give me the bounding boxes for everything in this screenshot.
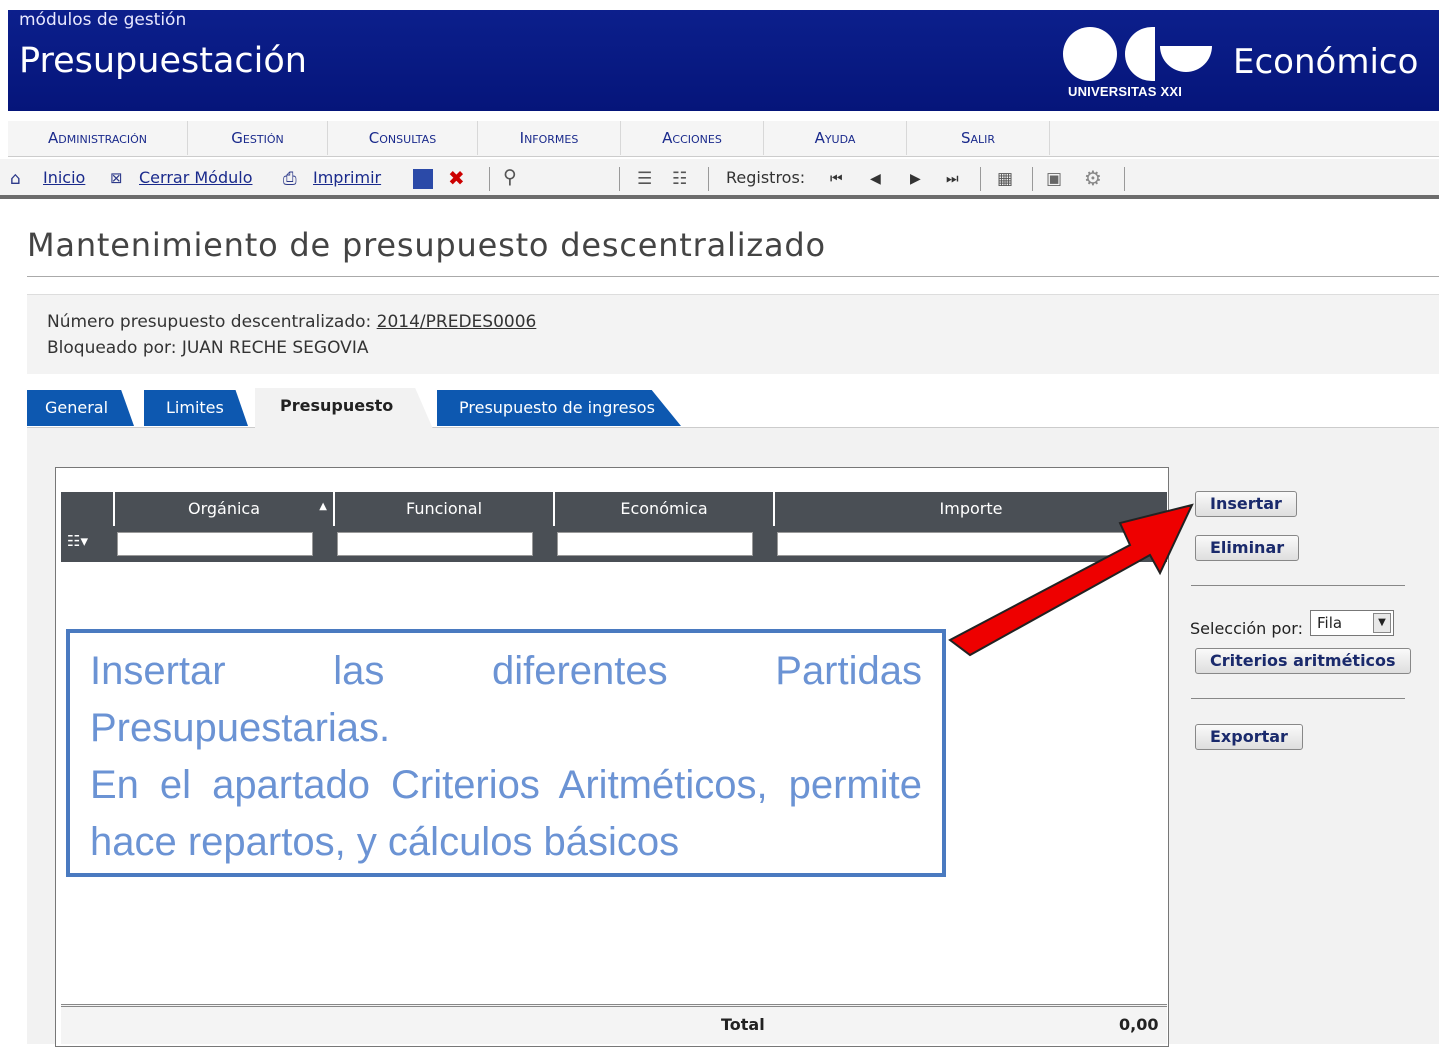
record-edit-icon[interactable]: ☷ [672,169,687,189]
toolbar-separator [980,167,981,191]
column-organica[interactable]: Orgánica ▲ [115,492,335,526]
numero-label: Número presupuesto descentralizado: [47,312,372,332]
grid-icon[interactable]: ▦ [997,169,1013,189]
delete-save-icon[interactable]: ✖ [448,166,465,190]
annotation-callout: Insertar las diferentes Partidas Presupu… [66,629,946,877]
last-icon[interactable]: ⏭ [946,171,959,187]
total-label: Total [721,1015,765,1034]
toolbar-separator [489,167,490,191]
callout-line-1: Insertar las diferentes Partidas Presupu… [90,649,922,750]
record-add-icon[interactable]: ☰ [637,169,652,189]
column-economica[interactable]: Económica [555,492,775,526]
callout-line-2: En el apartado Criterios Aritméticos, pe… [90,763,922,864]
first-icon[interactable]: ⏮ [830,171,843,187]
column-organica-label: Orgánica [187,499,261,518]
logo-subtitle: UNIVERSITAS XXI [1068,84,1183,99]
side-divider [1191,698,1405,699]
menu-gestion[interactable]: Gestión [188,121,328,155]
registros-label: Registros: [726,168,806,187]
total-value: 0,00 [1119,1015,1159,1034]
menu-ayuda[interactable]: Ayuda [764,121,907,155]
cerrar-modulo-link[interactable]: Cerrar Módulo [139,168,252,187]
menu-informes[interactable]: Informes [478,121,621,155]
folder-icon[interactable]: ▣ [1046,169,1062,189]
tab-limites[interactable]: Limites [144,390,248,426]
column-menu-cell [61,492,115,526]
imprimir-link[interactable]: Imprimir [313,168,381,187]
seleccion-select[interactable]: Fila ▼ [1310,610,1394,636]
filter-organica-input[interactable] [117,532,313,556]
column-funcional[interactable]: Funcional [335,492,555,526]
app-header: módulos de gestión Presupuestación UNIVE… [8,10,1439,111]
title-divider [27,276,1439,277]
toolbar: ⌂ Inicio ⊠ Cerrar Módulo ⎙ Imprimir ✖ ⚲ … [0,159,1439,199]
logo-product-name: Económico [1233,42,1419,82]
toolbar-separator [619,167,620,191]
universitas-logo: UNIVERSITAS XXI Económico [1060,24,1430,104]
module-label: módulos de gestión [19,10,187,30]
close-box-icon[interactable]: ⊠ [110,169,123,187]
page-title: Mantenimiento de presupuesto descentrali… [27,226,826,264]
grid-footer: Total 0,00 [61,1004,1167,1044]
toolbar-separator [1124,167,1125,191]
numero-line: Número presupuesto descentralizado: 2014… [47,312,536,332]
search-icon[interactable]: ⚲ [503,166,517,188]
toolbar-separator [708,167,709,191]
menu-salir[interactable]: Salir [907,121,1050,155]
list-menu-icon[interactable]: ☷▾ [67,532,88,550]
menu-consultas[interactable]: Consultas [328,121,478,155]
logo-half-shape [1125,27,1155,81]
menu-acciones[interactable]: Acciones [621,121,764,155]
sort-asc-icon[interactable]: ▲ [319,490,327,524]
logo-circle-shape [1063,27,1117,81]
tab-bar: General Limites Presupuesto Presupuesto … [27,388,1439,429]
red-arrow-icon [948,503,1194,657]
filter-economica-input[interactable] [557,532,753,556]
tab-general[interactable]: General [27,390,134,426]
bloqueado-line: Bloqueado por: JUAN RECHE SEGOVIA [47,338,369,358]
main-menu: Administración Gestión Consultas Informe… [8,121,1439,157]
toolbar-separator [1032,167,1033,191]
filter-funcional-input[interactable] [337,532,533,556]
record-info: Número presupuesto descentralizado: 2014… [27,294,1439,374]
chevron-down-icon[interactable]: ▼ [1373,613,1391,633]
menu-administracion[interactable]: Administración [8,121,188,155]
numero-value[interactable]: 2014/PREDES0006 [377,312,537,332]
app-title: Presupuestación [19,41,307,81]
settings-icon[interactable]: ⚙ [1084,166,1102,190]
tab-presupuesto[interactable]: Presupuesto [255,388,433,429]
next-icon[interactable]: ▶ [910,171,921,187]
home-icon[interactable]: ⌂ [10,169,21,189]
tab-presupuesto-ingresos[interactable]: Presupuesto de ingresos [437,390,681,426]
print-icon[interactable]: ⎙ [283,169,297,189]
logo-bowl-shape [1160,46,1212,72]
exportar-button[interactable]: Exportar [1195,724,1303,750]
save-icon[interactable] [413,169,433,189]
prev-icon[interactable]: ◀ [870,171,881,187]
seleccion-value: Fila [1317,614,1343,632]
inicio-link[interactable]: Inicio [43,168,85,187]
